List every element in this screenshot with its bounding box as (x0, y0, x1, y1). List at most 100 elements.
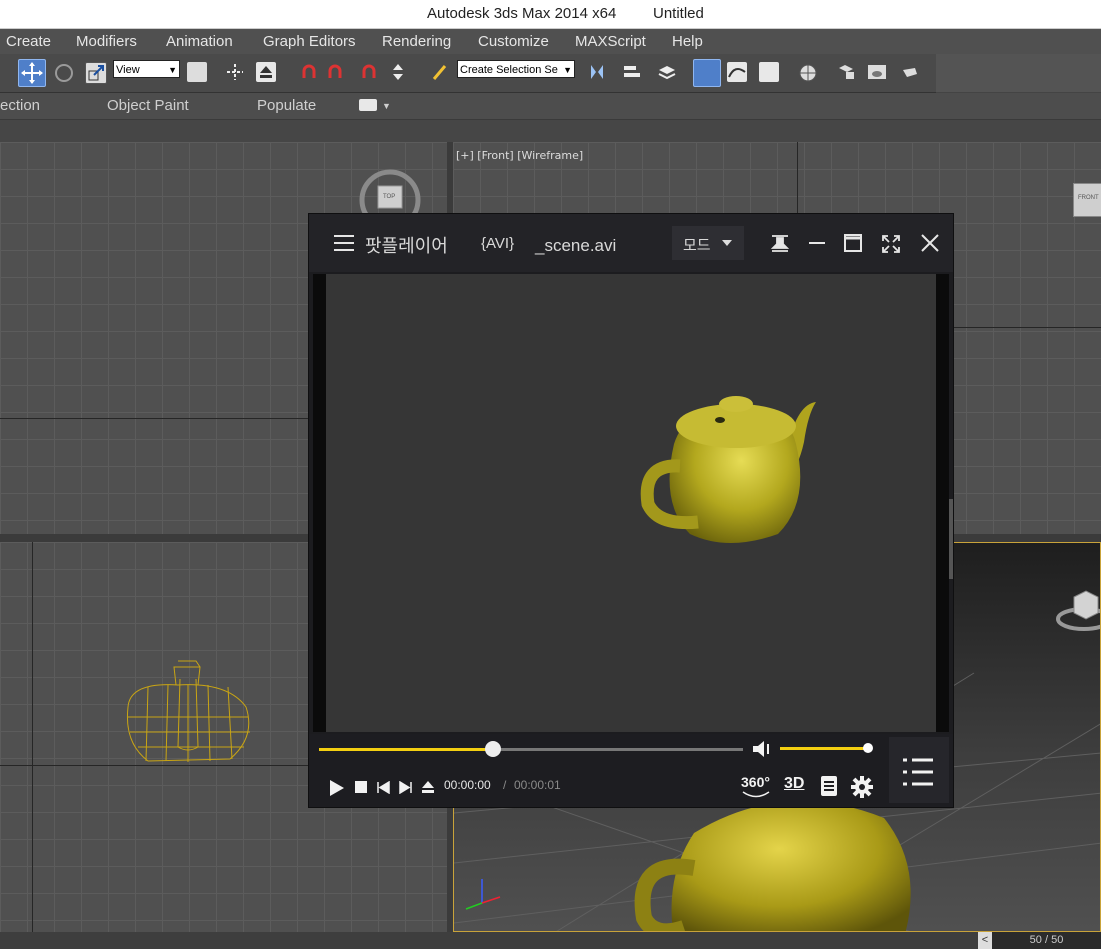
snap-toggle-icon[interactable] (300, 62, 320, 82)
btn-3d[interactable]: 3D (784, 775, 804, 793)
previous-icon[interactable] (377, 781, 390, 794)
ribbon-tab-populate[interactable]: Populate (257, 93, 316, 119)
window-title-bar: Autodesk 3ds Max 2014 x64 Untitled (0, 0, 1101, 29)
chevron-left-icon[interactable]: < (978, 932, 992, 949)
time-separator: / (503, 778, 507, 792)
menu-rendering[interactable]: Rendering (382, 29, 451, 54)
select-manipulate-icon[interactable] (225, 62, 245, 82)
time-current: 00:00:00 (444, 778, 491, 792)
menu-bar: Create Modifiers Animation Graph Editors… (0, 29, 1101, 54)
player-controls: 00:00:00 / 00:00:01 360° 3D (309, 734, 953, 807)
menu-animation[interactable]: Animation (166, 29, 233, 54)
viewport-front-label[interactable]: [+] [Front] [Wireframe] (456, 149, 583, 162)
maximize-icon[interactable] (844, 234, 862, 252)
angle-snap-icon[interactable] (326, 62, 346, 82)
menu-customize[interactable]: Customize (478, 29, 549, 54)
grid-axis-vertical (32, 542, 33, 932)
main-toolbar: View ▼ Create Selection Se ▼ (0, 54, 936, 93)
seek-bar[interactable] (319, 741, 743, 757)
spinner-snap-icon[interactable] (388, 62, 408, 82)
schematic-view-icon[interactable] (759, 62, 779, 82)
ribbon-panel-strip (0, 120, 1101, 142)
reference-coord-value: View (116, 64, 140, 76)
viewcube-front[interactable]: FRONT (1073, 183, 1101, 217)
reference-coord-dropdown[interactable]: View ▼ (113, 60, 180, 78)
playlist-icon (903, 758, 933, 786)
axis-tripod-icon (465, 879, 501, 910)
select-rotate-icon[interactable] (53, 62, 73, 82)
named-selection-value: Create Selection Se (460, 64, 558, 76)
volume-slider-handle[interactable] (863, 743, 874, 753)
potplayer-window[interactable]: 팟플레이어 {AVI} _scene.avi 모드 00:00:00 / 00:… (308, 213, 954, 808)
chevron-down-icon: ▼ (563, 65, 572, 75)
viewcube-front-label: FRONT (1078, 195, 1099, 201)
window-resize-handle[interactable] (949, 499, 953, 579)
pin-icon[interactable] (770, 234, 790, 254)
video-letterbox-left (313, 274, 326, 732)
menu-modifiers[interactable]: Modifiers (76, 29, 137, 54)
volume-slider-fill (780, 747, 869, 750)
frame-counter[interactable]: 50 / 50 (992, 932, 1101, 949)
volume-slider[interactable] (780, 743, 874, 753)
toolbar-filler (936, 54, 1101, 92)
chevron-down-icon (722, 240, 732, 246)
teapot-render (640, 396, 816, 543)
time-total: 00:00:01 (514, 778, 561, 792)
align-icon[interactable] (622, 62, 642, 82)
video-letterbox-right (936, 274, 949, 732)
material-editor-icon[interactable] (797, 62, 817, 82)
seek-bar-handle[interactable] (484, 741, 501, 757)
scene-explorer-icon[interactable] (693, 59, 721, 87)
ribbon-tab-selection[interactable]: ection (0, 93, 40, 119)
next-icon[interactable] (399, 781, 412, 794)
menu-graph-editors[interactable]: Graph Editors (263, 29, 356, 54)
timeline-bar: < 50 / 50 (0, 932, 1101, 949)
keyboard-shortcut-icon[interactable] (256, 62, 276, 82)
render-setup-icon[interactable] (836, 62, 856, 82)
viewcube-top-label: TOP (383, 194, 396, 200)
player-format: {AVI} (481, 235, 515, 252)
curve-editor-icon[interactable] (727, 62, 747, 82)
fullscreen-icon[interactable] (881, 234, 901, 254)
player-app-name: 팟플레이어 (365, 236, 448, 256)
named-selection-dropdown[interactable]: Create Selection Se ▼ (457, 60, 575, 78)
document-title: Untitled (653, 5, 704, 22)
stop-icon[interactable] (355, 781, 368, 794)
eject-icon[interactable] (421, 781, 435, 794)
mode-label: 모드 (683, 237, 711, 254)
app-title: Autodesk 3ds Max 2014 x64 (427, 5, 617, 22)
menu-create[interactable]: Create (6, 29, 51, 54)
layer-manager-icon[interactable] (657, 62, 677, 82)
render-production-icon[interactable] (899, 62, 919, 82)
teapot-wireframe[interactable] (118, 657, 260, 767)
minimize-icon[interactable] (808, 234, 826, 252)
rendered-frame-window-icon[interactable] (866, 62, 886, 82)
hamburger-menu-icon[interactable] (333, 233, 355, 253)
subtitle-icon[interactable] (820, 775, 838, 797)
player-title-bar[interactable]: 팟플레이어 {AVI} _scene.avi 모드 (309, 214, 953, 272)
chevron-down-icon[interactable]: ▼ (382, 93, 391, 119)
settings-gear-icon[interactable] (851, 776, 873, 798)
menu-maxscript[interactable]: MAXScript (575, 29, 646, 54)
seek-bar-fill (319, 748, 493, 751)
edit-named-selection-icon[interactable] (430, 62, 450, 82)
pivot-center-icon[interactable] (187, 62, 207, 82)
playlist-button[interactable] (889, 737, 949, 803)
viewcube-perspective[interactable] (1054, 583, 1100, 633)
play-icon[interactable] (329, 779, 345, 797)
select-scale-icon[interactable] (85, 62, 107, 84)
select-move-icon[interactable] (18, 59, 46, 87)
teapot-shaded[interactable] (634, 788, 924, 932)
ribbon-options-icon[interactable] (359, 99, 377, 111)
ribbon-tab-object-paint[interactable]: Object Paint (107, 93, 189, 119)
video-area[interactable] (326, 274, 936, 732)
volume-icon[interactable] (751, 739, 775, 759)
360-arc-icon (742, 791, 770, 798)
mode-dropdown[interactable]: 모드 (672, 226, 744, 260)
menu-help[interactable]: Help (672, 29, 703, 54)
mirror-icon[interactable] (587, 62, 607, 82)
btn-360[interactable]: 360° (741, 774, 770, 790)
chevron-down-icon: ▼ (168, 65, 177, 75)
close-icon[interactable] (920, 233, 940, 253)
percent-snap-icon[interactable] (360, 62, 380, 82)
